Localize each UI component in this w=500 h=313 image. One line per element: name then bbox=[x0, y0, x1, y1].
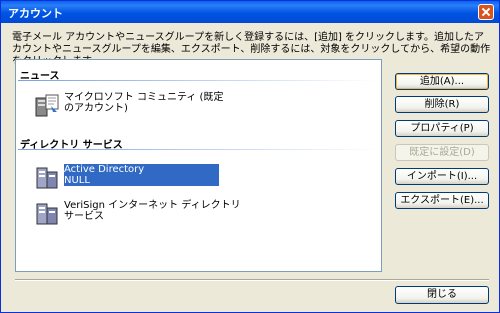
news-server-icon bbox=[35, 94, 59, 117]
close-button[interactable]: 閉じる bbox=[395, 286, 489, 304]
close-window-button[interactable] bbox=[478, 4, 494, 20]
group-divider bbox=[18, 149, 378, 150]
title-bar[interactable]: アカウント bbox=[1, 1, 499, 23]
directory-server-icon bbox=[36, 167, 58, 189]
remove-button[interactable]: 削除(R) bbox=[395, 96, 489, 113]
directory-server-icon bbox=[36, 203, 58, 225]
import-button[interactable]: インポート(I)... bbox=[395, 168, 489, 185]
accounts-dialog: アカウント 電子メール アカウントやニュースグループを新しく登録するには、[追加… bbox=[0, 0, 500, 313]
export-button[interactable]: エクスポート(E)... bbox=[395, 192, 489, 209]
window-title: アカウント bbox=[8, 7, 63, 20]
properties-button[interactable]: プロパティ(P) bbox=[395, 120, 489, 137]
account-item-label: マイクロソフト コミュニティ (既定のアカウント) bbox=[64, 92, 224, 114]
set-default-button[interactable]: 既定に設定(D) bbox=[395, 144, 489, 161]
footer-separator bbox=[15, 279, 489, 281]
account-item-label: VeriSign インターネット ディレクトリ サービス bbox=[64, 200, 241, 222]
add-button[interactable]: 追加(A)... bbox=[395, 73, 489, 90]
group-divider bbox=[18, 80, 378, 81]
account-list[interactable]: ニュース マイクロソフト コミュニティ (既定のアカウント) ディレクトリ サー… bbox=[15, 59, 382, 272]
account-item-label: Active Directory NULL bbox=[64, 164, 219, 186]
